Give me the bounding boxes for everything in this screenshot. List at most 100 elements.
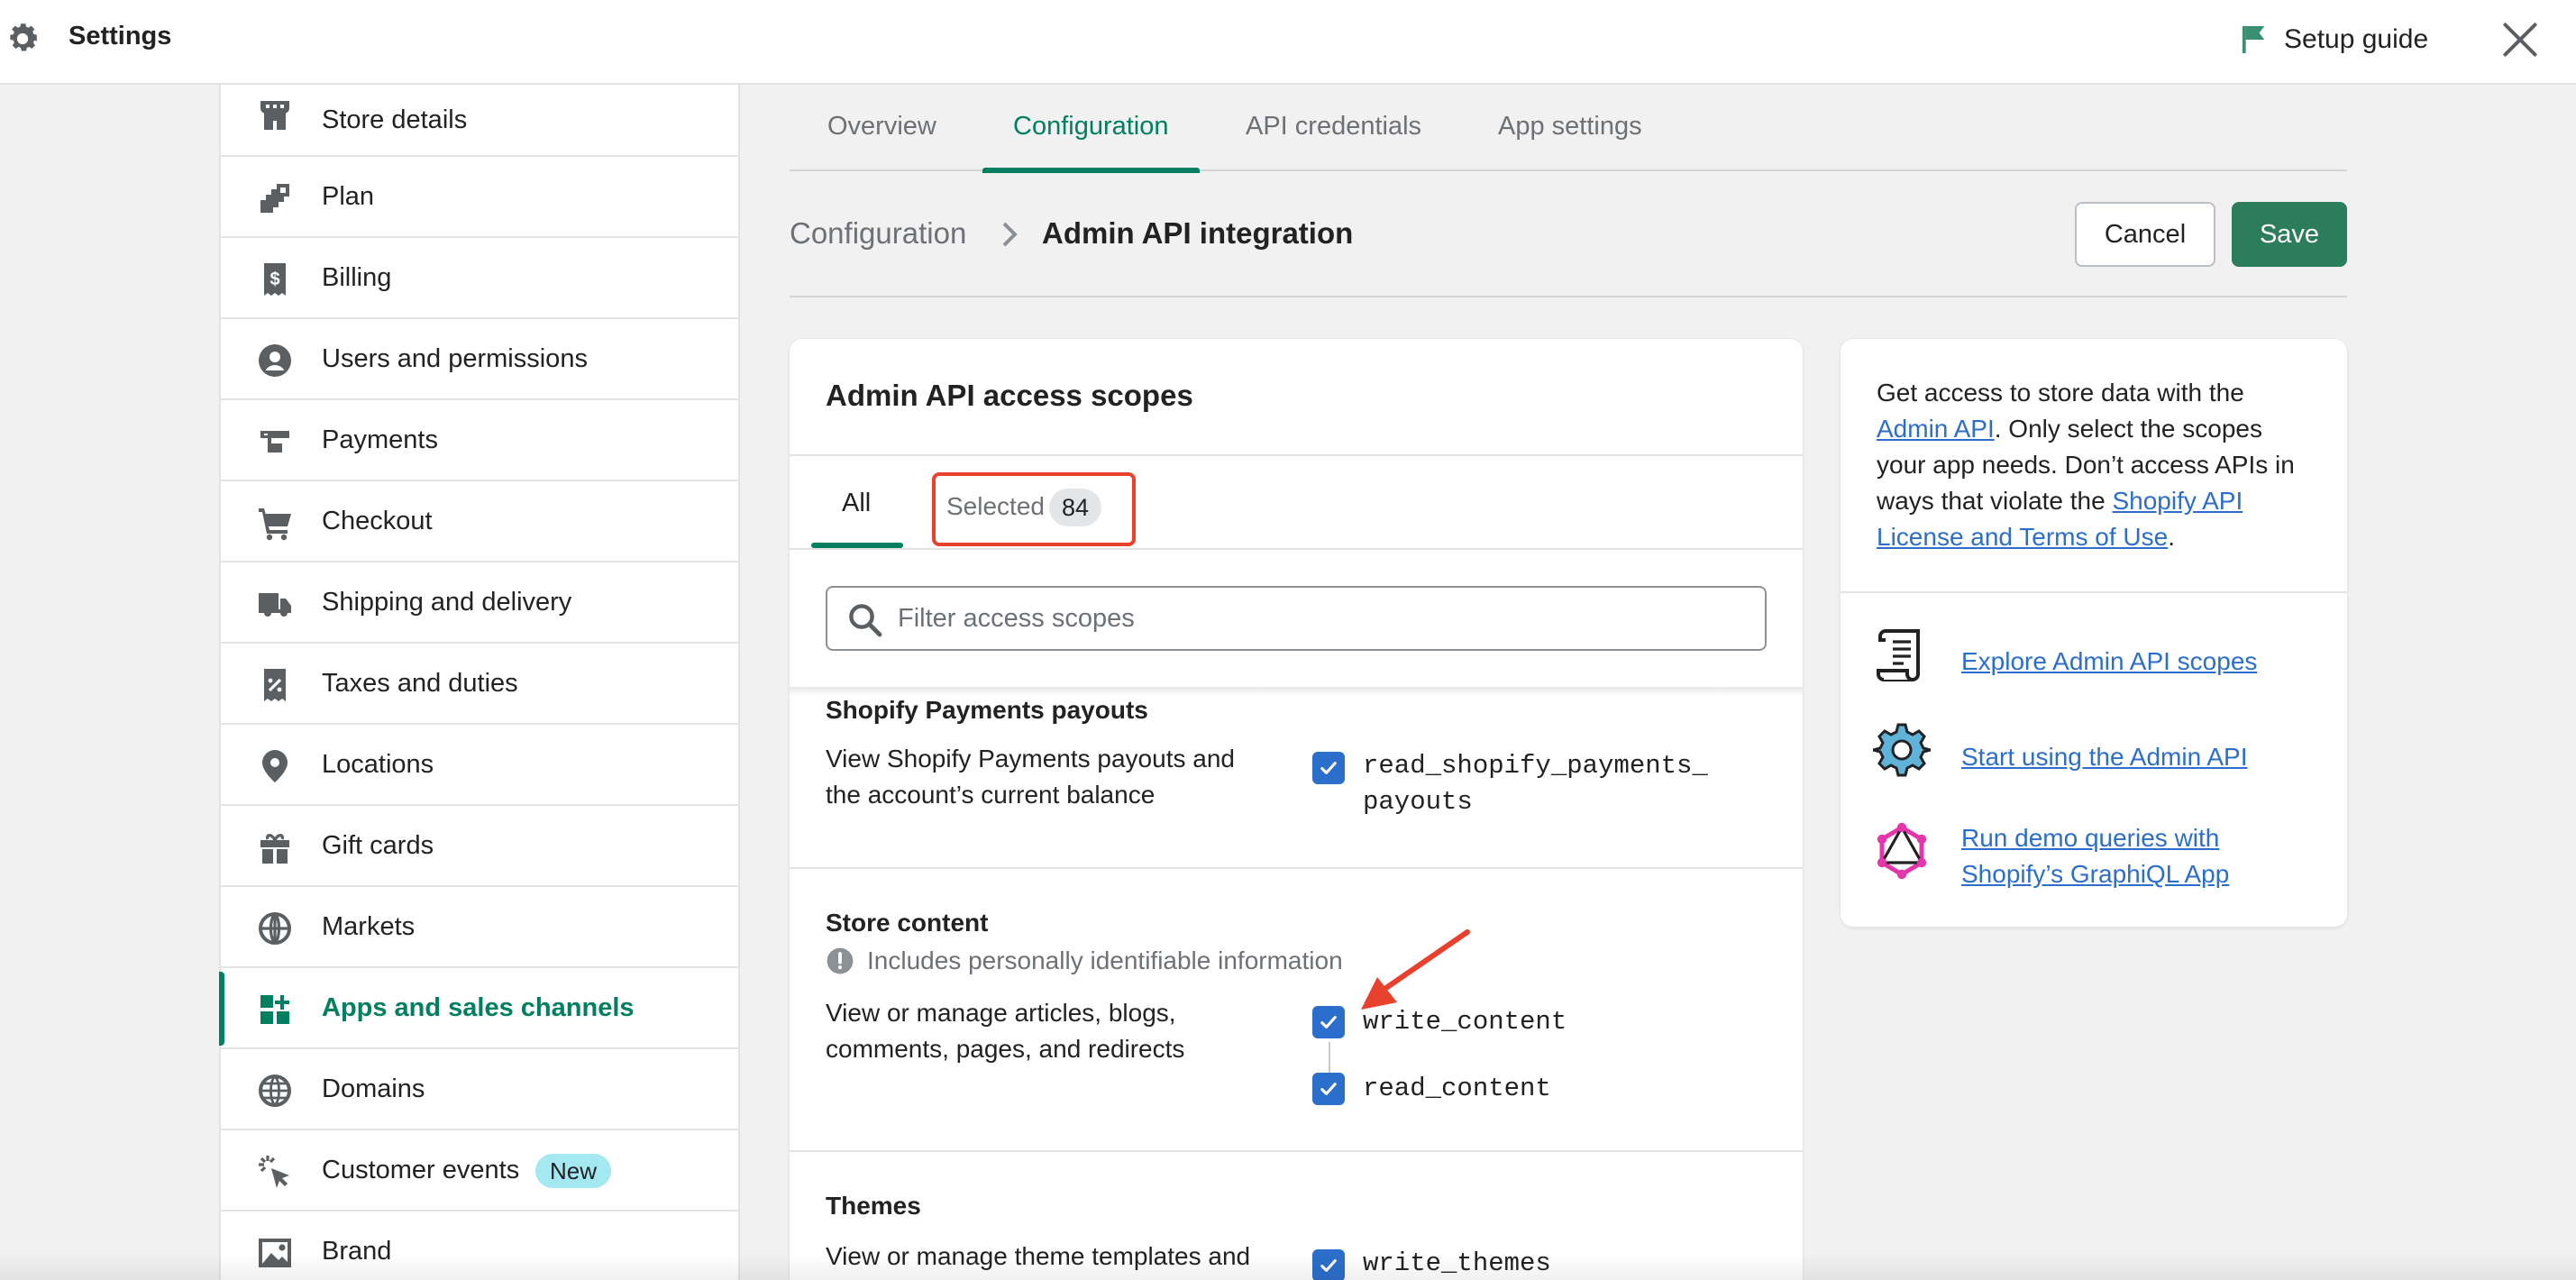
info-text-part: . [2168, 523, 2175, 551]
access-scopes-card: Admin API access scopes All Selected 84 … [790, 339, 1803, 1280]
sidebar-item-checkout[interactable]: Checkout [221, 481, 738, 562]
new-badge: New [535, 1154, 612, 1188]
checkmark-icon [1320, 762, 1337, 774]
scope-checkbox[interactable] [1312, 1006, 1345, 1038]
sidebar-item-label: Markets [322, 911, 416, 941]
alert-circle-icon [827, 947, 854, 974]
info-card: Get access to store data with the Admin … [1841, 339, 2347, 927]
sidebar-item-label: Locations [322, 749, 434, 779]
sidebar-item-customer-events[interactable]: Customer events New [221, 1130, 738, 1211]
admin-api-link[interactable]: Admin API [1877, 415, 1995, 443]
search-icon [849, 604, 882, 637]
close-icon[interactable] [2500, 20, 2540, 59]
location-pin-icon [262, 750, 288, 782]
scope-name-continued: payouts [1363, 787, 1473, 817]
sidebar-item-plan[interactable]: Plan [221, 157, 738, 238]
sidebar-item-markets[interactable]: Markets [221, 887, 738, 968]
card-title: Admin API access scopes [826, 379, 1193, 412]
gear-icon [10, 23, 38, 51]
sidebar-item-brand[interactable]: Brand [221, 1211, 738, 1280]
billing-icon: $ [264, 263, 286, 296]
tab-app-settings[interactable]: App settings [1494, 85, 1646, 171]
scope-checkbox[interactable] [1312, 1073, 1345, 1105]
sidebar-item-billing[interactable]: $ Billing [221, 238, 738, 319]
section-description: View Shopify Payments payouts and the ac… [826, 745, 1235, 809]
chevron-right-icon [1002, 222, 1018, 247]
filter-scopes-search[interactable] [826, 586, 1767, 651]
graphiql-demo-link[interactable]: Run demo queries with Shopify’s GraphiQL… [1961, 820, 2322, 892]
tab-all[interactable]: All [842, 489, 871, 518]
explore-scopes-link[interactable]: Explore Admin API scopes [1961, 644, 2322, 680]
info-text: Get access to store data with the Admin … [1877, 375, 2318, 555]
graphql-icon [1877, 822, 1927, 880]
divider [790, 454, 1803, 456]
cursor-click-icon [259, 1156, 289, 1188]
sidebar-item-gift-cards[interactable]: Gift cards [221, 806, 738, 887]
section-description: View or manage articles, blogs, comments… [826, 999, 1185, 1063]
sidebar-item-label: Customer events [322, 1155, 520, 1184]
setup-guide-button[interactable]: Setup guide [2241, 20, 2428, 59]
sidebar-item-label: Users and permissions [322, 343, 588, 373]
scope-name: read_content [1363, 1074, 1551, 1103]
gift-icon [260, 834, 289, 864]
flag-icon [2242, 26, 2265, 53]
sidebar-item-taxes[interactable]: Taxes and duties [221, 644, 738, 725]
save-button[interactable]: Save [2232, 202, 2347, 267]
section-title: Shopify Payments payouts [826, 696, 1148, 724]
sidebar-item-payments[interactable]: Payments [221, 400, 738, 481]
start-admin-api-link[interactable]: Start using the Admin API [1961, 739, 2322, 775]
app-tabs: Overview Configuration API credentials A… [790, 85, 2347, 173]
sidebar-item-domains[interactable]: Domains [221, 1049, 738, 1130]
pii-notice: Includes personally identifiable informa… [826, 946, 1343, 975]
plan-icon [260, 184, 289, 213]
tab-configuration[interactable]: Configuration [982, 85, 1199, 173]
scope-checkbox[interactable] [1312, 1249, 1345, 1280]
section-description: View or manage theme templates and [826, 1242, 1251, 1270]
divider [790, 548, 1803, 550]
checkmark-icon [1320, 1016, 1337, 1029]
scope-name: read_shopify_payments_ [1363, 751, 1708, 781]
top-bar: Settings Setup guide [0, 0, 2576, 85]
selected-count-badge: 84 [1049, 489, 1102, 526]
scope-name: write_themes [1363, 1248, 1551, 1278]
cancel-button[interactable]: Cancel [2075, 202, 2215, 267]
tab-api-credentials[interactable]: API credentials [1242, 85, 1425, 171]
scope-name: write_content [1363, 1007, 1567, 1037]
page-title: Admin API integration [1042, 216, 1354, 250]
tab-overview[interactable]: Overview [824, 85, 940, 171]
sidebar-item-users[interactable]: Users and permissions [221, 319, 738, 400]
sidebar-item-label: Domains [322, 1074, 425, 1103]
apps-icon [260, 995, 289, 1024]
scroll-document-icon [1877, 629, 1920, 681]
breadcrumb[interactable]: Configuration [790, 216, 966, 251]
tab-selected[interactable]: Selected 84 [932, 472, 1136, 546]
search-input[interactable] [898, 597, 1745, 640]
sidebar-item-locations[interactable]: Locations [221, 725, 738, 806]
sidebar-item-label: Checkout [322, 506, 433, 535]
truck-icon [259, 593, 291, 617]
sidebar-item-label: Store details [322, 105, 468, 134]
section-title: Themes [826, 1192, 921, 1220]
sidebar-item-label: Billing [322, 262, 392, 292]
sidebar-item-shipping[interactable]: Shipping and delivery [221, 562, 738, 644]
sidebar-item-apps[interactable]: Apps and sales channels [219, 968, 738, 1049]
info-text-part: Get access to store data with the [1877, 379, 2244, 407]
sidebar-item-label: Taxes and duties [322, 668, 518, 698]
image-icon [259, 1239, 291, 1267]
divider [1841, 591, 2347, 593]
sidebar-item-label: Brand [322, 1236, 392, 1266]
scope-checkbox[interactable] [1312, 752, 1345, 784]
settings-sidebar: Store details Plan $ Billing Users and p… [219, 85, 740, 1280]
setup-guide-label: Setup guide [2284, 24, 2429, 54]
globe-compass-icon [259, 912, 291, 945]
payments-icon [260, 431, 289, 453]
gear-pixel-icon [1873, 723, 1931, 777]
globe-icon [259, 1074, 291, 1107]
svg-text:$: $ [269, 270, 279, 289]
sidebar-item-label: Plan [322, 181, 375, 211]
sidebar-item-store-details[interactable]: Store details [221, 85, 738, 157]
checkmark-icon [1320, 1259, 1337, 1272]
cart-icon [259, 508, 291, 541]
app-title: Settings [69, 22, 172, 50]
sidebar-item-label: Gift cards [322, 830, 434, 860]
